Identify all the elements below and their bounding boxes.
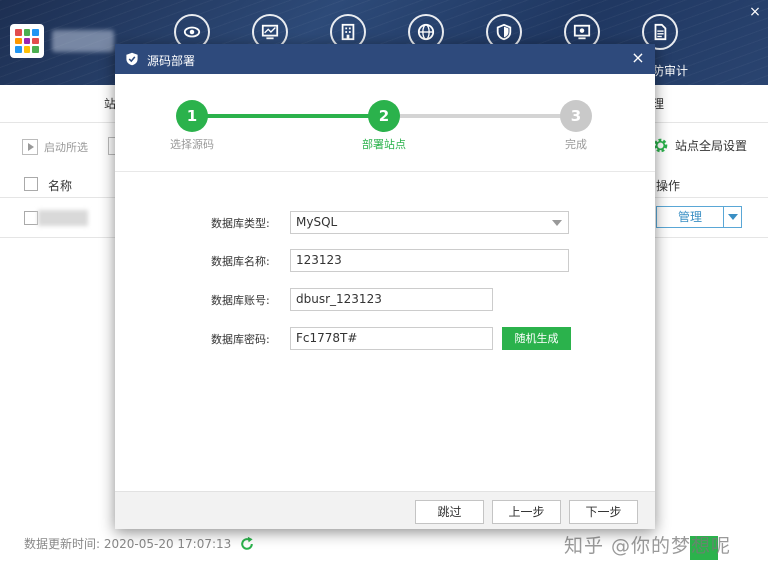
site-global-settings-button[interactable]: 站点全局设置 — [652, 137, 747, 154]
site-name-blurred — [38, 210, 88, 226]
step-connector-2 — [399, 114, 563, 118]
step-1-circle: 1 — [176, 100, 208, 132]
db-account-input[interactable]: dbusr_123123 — [290, 288, 493, 311]
refresh-icon[interactable] — [239, 536, 255, 552]
start-selected-button[interactable]: 启动所选 — [22, 137, 88, 157]
db-account-label: 数据库账号: — [211, 294, 270, 307]
row-checkbox[interactable] — [24, 211, 38, 225]
step-2-circle: 2 — [368, 100, 400, 132]
app-name-blurred — [52, 30, 114, 52]
db-type-select[interactable]: MySQL — [290, 211, 569, 234]
chevron-down-icon[interactable] — [724, 206, 742, 228]
step-1-label: 选择源码 — [170, 138, 214, 151]
select-all-checkbox[interactable] — [24, 177, 38, 191]
dialog-close-icon[interactable]: × — [629, 49, 647, 67]
play-icon — [22, 139, 38, 155]
step-2-label: 部署站点 — [362, 138, 406, 151]
deploy-source-dialog: 源码部署 × 1 2 3 选择源码 部署站点 完成 数据库类型: MySQL 数… — [115, 44, 655, 529]
nav-label-audit[interactable]: 防审计 — [652, 62, 688, 79]
column-name: 名称 — [48, 179, 73, 193]
shield-icon — [126, 52, 138, 66]
db-name-input[interactable]: 123123 — [290, 249, 569, 272]
db-type-value: MySQL — [296, 215, 338, 229]
data-update-status: 数据更新时间: 2020-05-20 17:07:13 — [24, 535, 255, 552]
previous-step-button[interactable]: 上一步 — [492, 500, 561, 524]
manage-button-group: 管理 — [656, 206, 742, 228]
start-selected-label: 启动所选 — [44, 141, 88, 154]
manage-button[interactable]: 管理 — [656, 206, 724, 228]
step-connector-1 — [207, 114, 371, 118]
step-progress: 1 2 3 选择源码 部署站点 完成 — [115, 74, 655, 172]
app-logo — [10, 24, 44, 58]
db-password-label: 数据库密码: — [211, 333, 270, 346]
db-name-label: 数据库名称: — [211, 255, 270, 268]
chevron-down-icon — [552, 220, 562, 226]
column-operation: 操作 — [656, 179, 681, 193]
dialog-title: 源码部署 — [147, 54, 196, 68]
dialog-footer: 跳过 上一步 下一步 — [115, 491, 655, 529]
data-update-label: 数据更新时间: 2020-05-20 17:07:13 — [24, 537, 232, 551]
next-step-button[interactable]: 下一步 — [569, 500, 638, 524]
random-generate-button[interactable]: 随机生成 — [502, 327, 571, 350]
window-close-icon[interactable]: × — [746, 3, 764, 21]
step-3-label: 完成 — [565, 138, 587, 151]
db-type-label: 数据库类型: — [211, 217, 270, 230]
watermark: 知乎 @你的梦想呢 — [564, 535, 732, 557]
site-global-settings-label: 站点全局设置 — [675, 139, 748, 153]
skip-button[interactable]: 跳过 — [415, 500, 484, 524]
dialog-titlebar: 源码部署 × — [115, 44, 655, 74]
step-3-circle: 3 — [560, 100, 592, 132]
db-password-input[interactable]: Fc1778T# — [290, 327, 493, 350]
